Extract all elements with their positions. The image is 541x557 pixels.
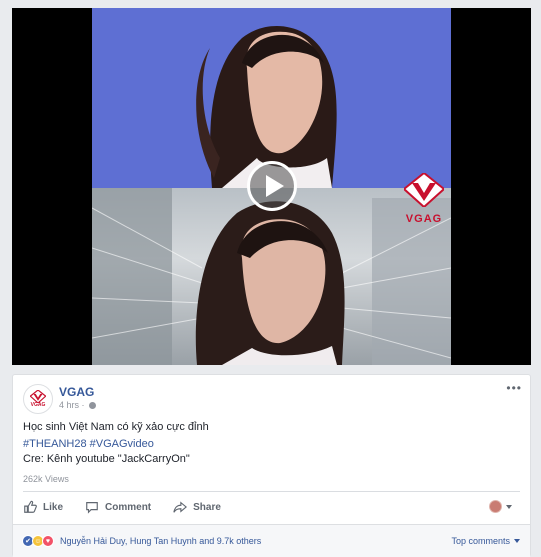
action-bar: Like Comment Share	[23, 493, 520, 521]
divider	[23, 491, 520, 492]
comment-icon	[86, 502, 98, 514]
post-card: VGAG VGAG 4 hrs · ••• Học sinh Việt Nam …	[12, 374, 531, 557]
share-label: Share	[193, 501, 221, 513]
comment-sort-dropdown[interactable]: Top comments	[451, 536, 520, 546]
reactions-bar: ✔ ☺ ♥ Nguyễn Hải Duy, Hung Tan Huynh and…	[13, 524, 530, 557]
user-avatar	[489, 500, 502, 513]
play-button[interactable]	[247, 161, 297, 211]
post-caption: Học sinh Việt Nam có kỹ xảo cực đỉnh	[23, 421, 209, 433]
globe-icon	[89, 402, 97, 409]
comment-label: Comment	[105, 501, 152, 513]
view-count: 262k Views	[23, 474, 69, 484]
hashtag-link[interactable]: #THEANH28	[23, 438, 87, 450]
vgag-watermark: VGAG	[394, 171, 454, 225]
page-name-link[interactable]: VGAG	[59, 385, 94, 399]
like-label: Like	[43, 501, 64, 513]
page-avatar[interactable]: VGAG	[23, 384, 53, 414]
avatar-logo-text: VGAG	[30, 402, 46, 408]
watermark-text: VGAG	[405, 213, 443, 225]
vgag-logo-icon	[402, 171, 446, 209]
more-options-button[interactable]: •••	[506, 381, 522, 395]
chevron-down-icon	[506, 504, 512, 509]
hashtag-link[interactable]: #VGAGvideo	[90, 438, 154, 450]
share-icon	[173, 501, 188, 513]
post-as-selector[interactable]	[489, 500, 512, 513]
sort-label: Top comments	[451, 536, 510, 546]
like-button[interactable]: Like	[23, 500, 63, 514]
thumbs-up-icon	[24, 500, 37, 513]
post-timestamp[interactable]: 4 hrs ·	[59, 400, 97, 410]
reactors-link[interactable]: Nguyễn Hải Duy, Hung Tan Huynh and 9.7k …	[60, 536, 261, 546]
comment-button[interactable]: Comment	[85, 500, 151, 514]
timestamp-text: 4 hrs	[59, 400, 80, 410]
video-player[interactable]: VGAG	[12, 8, 531, 365]
post-credit: Cre: Kênh youtube "JackCarryOn"	[23, 453, 190, 465]
share-button[interactable]: Share	[173, 500, 221, 514]
love-reaction-icon: ♥	[42, 535, 54, 547]
chevron-down-icon	[514, 539, 520, 543]
post-hashtags: #THEANH28 #VGAGvideo	[23, 438, 154, 450]
play-icon	[265, 175, 284, 197]
